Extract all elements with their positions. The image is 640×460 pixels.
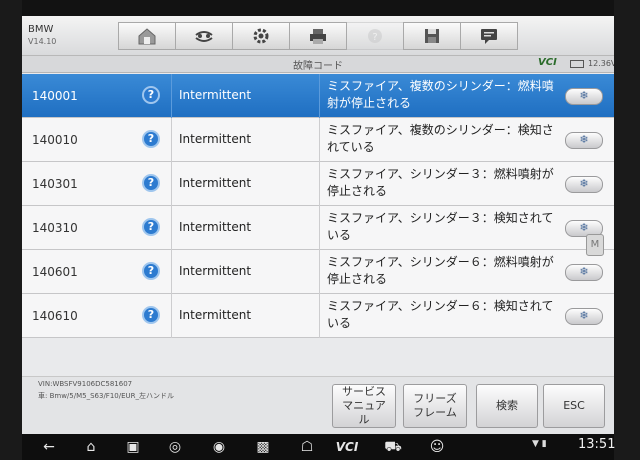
fault-code: 140301 bbox=[32, 177, 78, 191]
app-version: V14.10 bbox=[28, 37, 57, 46]
svg-text:?: ? bbox=[372, 32, 377, 43]
fault-status: Intermittent bbox=[179, 264, 252, 278]
code-cell: 140310 ? bbox=[22, 206, 172, 250]
help-icon[interactable]: ? bbox=[142, 86, 160, 104]
vin-label: VIN:WBSFV9106DC581607 bbox=[38, 380, 133, 388]
code-cell: 140001 ? bbox=[22, 74, 172, 118]
status-cell: Intermittent bbox=[172, 74, 320, 118]
help-icon[interactable]: ? bbox=[142, 174, 160, 192]
battery-voltage: 12.36V bbox=[588, 59, 614, 68]
camera-icon[interactable]: ◉ bbox=[208, 438, 230, 456]
vehicle-swap-icon bbox=[195, 31, 213, 42]
android-nav-bar: ← ⌂ ▣ ◎ ◉ ▩ ☖ VCI ⛟ ☺ ▼ ▮ 13:51 bbox=[22, 434, 616, 460]
back-icon[interactable]: ← bbox=[38, 438, 60, 456]
search-button[interactable]: 検索 bbox=[476, 384, 538, 428]
fault-description: ミスファイア、シリンダー６：検知されている bbox=[327, 299, 554, 330]
vci-indicator: VCI bbox=[538, 57, 557, 68]
fault-status: Intermittent bbox=[179, 88, 252, 102]
table-row[interactable]: 140301 ? Intermittent ミスファイア、シリンダー３：燃料噴射… bbox=[22, 162, 614, 206]
home-button[interactable] bbox=[118, 22, 176, 50]
table-row[interactable]: 140001 ? Intermittent ミスファイア、複数のシリンダー：燃料… bbox=[22, 74, 614, 118]
freeze-frame-snowflake-icon[interactable]: ❄ bbox=[565, 176, 603, 193]
fault-code: 140001 bbox=[32, 89, 78, 103]
freeze-frame-snowflake-icon[interactable]: ❄ bbox=[565, 308, 603, 325]
home-icon bbox=[138, 28, 156, 45]
wifi-battery-status-icon: ▼ ▮ bbox=[532, 439, 547, 449]
fault-status: Intermittent bbox=[179, 220, 252, 234]
fault-status: Intermittent bbox=[179, 308, 252, 322]
fault-description: ミスファイア、シリンダー６：燃料噴射が停止される bbox=[327, 255, 554, 286]
side-tab-button[interactable]: M bbox=[586, 234, 604, 256]
settings-icon bbox=[253, 28, 269, 44]
code-cell: 140610 ? bbox=[22, 294, 172, 338]
battery-icon bbox=[570, 60, 584, 68]
status-clock: 13:51 bbox=[578, 437, 616, 452]
table-row[interactable]: 140610 ? Intermittent ミスファイア、シリンダー６：検知され… bbox=[22, 294, 614, 338]
message-icon bbox=[481, 29, 497, 44]
vci-icon[interactable]: VCI bbox=[332, 438, 362, 456]
vehicle-swap-button[interactable] bbox=[175, 22, 233, 50]
freeze-frame-snowflake-icon[interactable]: ❄ bbox=[565, 88, 603, 105]
help-icon: ? bbox=[368, 29, 382, 43]
users-icon[interactable]: ☺ bbox=[426, 438, 448, 456]
help-button[interactable]: ? bbox=[346, 22, 404, 50]
print-button[interactable] bbox=[289, 22, 347, 50]
page-title: 故障コード bbox=[293, 61, 343, 72]
help-icon[interactable]: ? bbox=[142, 218, 160, 236]
top-toolbar: BMW V14.10 ? bbox=[22, 16, 614, 56]
fault-status: Intermittent bbox=[179, 176, 252, 190]
save-icon bbox=[425, 29, 439, 43]
device-bezel-left bbox=[0, 0, 22, 460]
freeze-frame-button[interactable]: フリーズフレーム bbox=[403, 384, 467, 428]
toolbar-buttons: ? bbox=[118, 22, 518, 50]
recent-apps-icon[interactable]: ▣ bbox=[122, 438, 144, 456]
table-row[interactable]: 140010 ? Intermittent ミスファイア、複数のシリンダー：検知… bbox=[22, 118, 614, 162]
fault-code: 140310 bbox=[32, 221, 78, 235]
table-row[interactable]: 140310 ? Intermittent ミスファイア、シリンダー３：検知され… bbox=[22, 206, 614, 250]
device-bezel-right bbox=[614, 0, 640, 460]
status-cell: Intermittent bbox=[172, 118, 320, 162]
fault-description: ミスファイア、シリンダー３：燃料噴射が停止される bbox=[327, 167, 554, 198]
app-screen: BMW V14.10 ? 故障コード VCI 12.36V 140001 ? I… bbox=[22, 16, 614, 434]
device-bezel-top bbox=[0, 0, 640, 16]
fault-description: ミスファイア、複数のシリンダー：検知されている bbox=[327, 123, 554, 154]
service-manual-button[interactable]: サービスマニュアル bbox=[332, 384, 396, 428]
autel-home-icon[interactable]: ☖ bbox=[296, 438, 318, 456]
code-cell: 140601 ? bbox=[22, 250, 172, 294]
freeze-frame-snowflake-icon[interactable]: ❄ bbox=[565, 264, 603, 281]
fault-code: 140601 bbox=[32, 265, 78, 279]
help-icon[interactable]: ? bbox=[142, 130, 160, 148]
screenshot-icon[interactable]: ▩ bbox=[252, 438, 274, 456]
browser-icon[interactable]: ◎ bbox=[164, 438, 186, 456]
fault-status: Intermittent bbox=[179, 132, 252, 146]
app-name: BMW bbox=[28, 24, 54, 35]
car-icon[interactable]: ⛟ bbox=[382, 438, 404, 456]
table-row[interactable]: 140601 ? Intermittent ミスファイア、シリンダー６：燃料噴射… bbox=[22, 250, 614, 294]
status-cell: Intermittent bbox=[172, 294, 320, 338]
esc-button[interactable]: ESC bbox=[543, 384, 605, 428]
message-button[interactable] bbox=[460, 22, 518, 50]
vehicle-label: 車: Bmw/5/M5_S63/F10/EUR_左ハンドル bbox=[38, 392, 175, 400]
fault-description: ミスファイア、シリンダー３：検知されている bbox=[327, 211, 554, 242]
status-cell: Intermittent bbox=[172, 206, 320, 250]
status-cell: Intermittent bbox=[172, 162, 320, 206]
fault-description: ミスファイア、複数のシリンダー：燃料噴射が停止される bbox=[327, 79, 554, 110]
bottom-action-bar: VIN:WBSFV9106DC581607 車: Bmw/5/M5_S63/F1… bbox=[22, 376, 614, 434]
print-icon bbox=[310, 29, 326, 44]
settings-button[interactable] bbox=[232, 22, 290, 50]
code-cell: 140301 ? bbox=[22, 162, 172, 206]
fault-code: 140610 bbox=[32, 309, 78, 323]
help-icon[interactable]: ? bbox=[142, 262, 160, 280]
status-cell: Intermittent bbox=[172, 250, 320, 294]
save-button[interactable] bbox=[403, 22, 461, 50]
fault-code: 140010 bbox=[32, 133, 78, 147]
home-icon[interactable]: ⌂ bbox=[80, 438, 102, 456]
code-cell: 140010 ? bbox=[22, 118, 172, 162]
help-icon[interactable]: ? bbox=[142, 306, 160, 324]
freeze-frame-snowflake-icon[interactable]: ❄ bbox=[565, 132, 603, 149]
status-subbar: 故障コード VCI 12.36V bbox=[22, 56, 614, 73]
